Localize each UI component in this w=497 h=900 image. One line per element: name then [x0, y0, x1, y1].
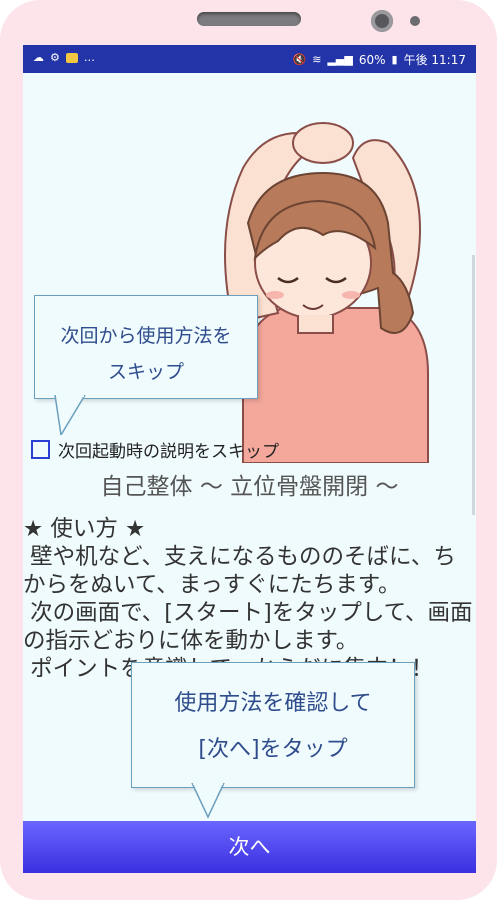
status-bar: ☁ ⚙ … 🔇 ≋ ▂▄▆ 60% ▮ 午後 11:17 [23, 45, 476, 73]
cloud-icon: ☁ [33, 51, 44, 64]
notification-icon [65, 53, 78, 63]
settings-icon: ⚙ [50, 51, 60, 64]
skip-checkbox-label: 次回起動時の説明をスキップ [58, 442, 279, 462]
skip-hint-bubble: 次回から使用方法を スキップ [34, 295, 258, 399]
signal-icon: ▂▄▆ [327, 52, 353, 66]
clock: 午後 11:17 [403, 53, 466, 67]
next-hint-bubble-tail [191, 783, 225, 819]
howto-heading: ★ 使い方 ★ [23, 516, 146, 542]
howto-text: ★ 使い方 ★ 壁や机など、支えになるもののそばに、ちからをぬいて、まっすぐにた… [23, 515, 473, 683]
stretching-woman-illustration [224, 122, 429, 463]
wifi-icon: ≋ [312, 52, 322, 66]
app-screen: ☁ ⚙ … 🔇 ≋ ▂▄▆ 60% ▮ 午後 11:17 次回から使用方法を ス… [23, 45, 476, 873]
battery-icon: ▮ [391, 52, 398, 66]
next-button[interactable]: 次へ [23, 821, 476, 873]
exercise-title: 自己整体 〜 立位骨盤開閉 〜 [100, 474, 399, 500]
skip-hint-bubble-tail [54, 395, 86, 435]
next-hint-bubble: 使用方法を確認して [次へ]をタップ [131, 662, 415, 788]
battery-percent: 60% [358, 52, 386, 67]
howto-paragraph-2: 次の画面で、[スタート]をタップして、画面の指示どおりに体を動かします。 [23, 600, 473, 654]
skip-checkbox-row[interactable]: 次回起動時の説明をスキップ [31, 437, 279, 462]
mute-icon: 🔇 [292, 52, 307, 66]
phone-frame: ☁ ⚙ … 🔇 ≋ ▂▄▆ 60% ▮ 午後 11:17 次回から使用方法を ス… [0, 0, 497, 900]
howto-paragraph-1: 壁や机など、支えになるもののそばに、ちからをぬいて、まっすぐにたちます。 [23, 544, 456, 598]
speaker-grille [197, 12, 301, 26]
scrollbar [472, 255, 475, 515]
front-camera [371, 10, 393, 32]
skip-hint-line2: スキップ [107, 361, 184, 383]
skip-hint-line1: 次回から使用方法を [60, 325, 232, 347]
next-hint-line2: [次へ]をタップ [198, 737, 348, 762]
more-icon: … [83, 51, 95, 64]
sensor [410, 16, 420, 26]
skip-checkbox[interactable] [31, 440, 50, 459]
next-hint-line1: 使用方法を確認して [174, 691, 372, 716]
